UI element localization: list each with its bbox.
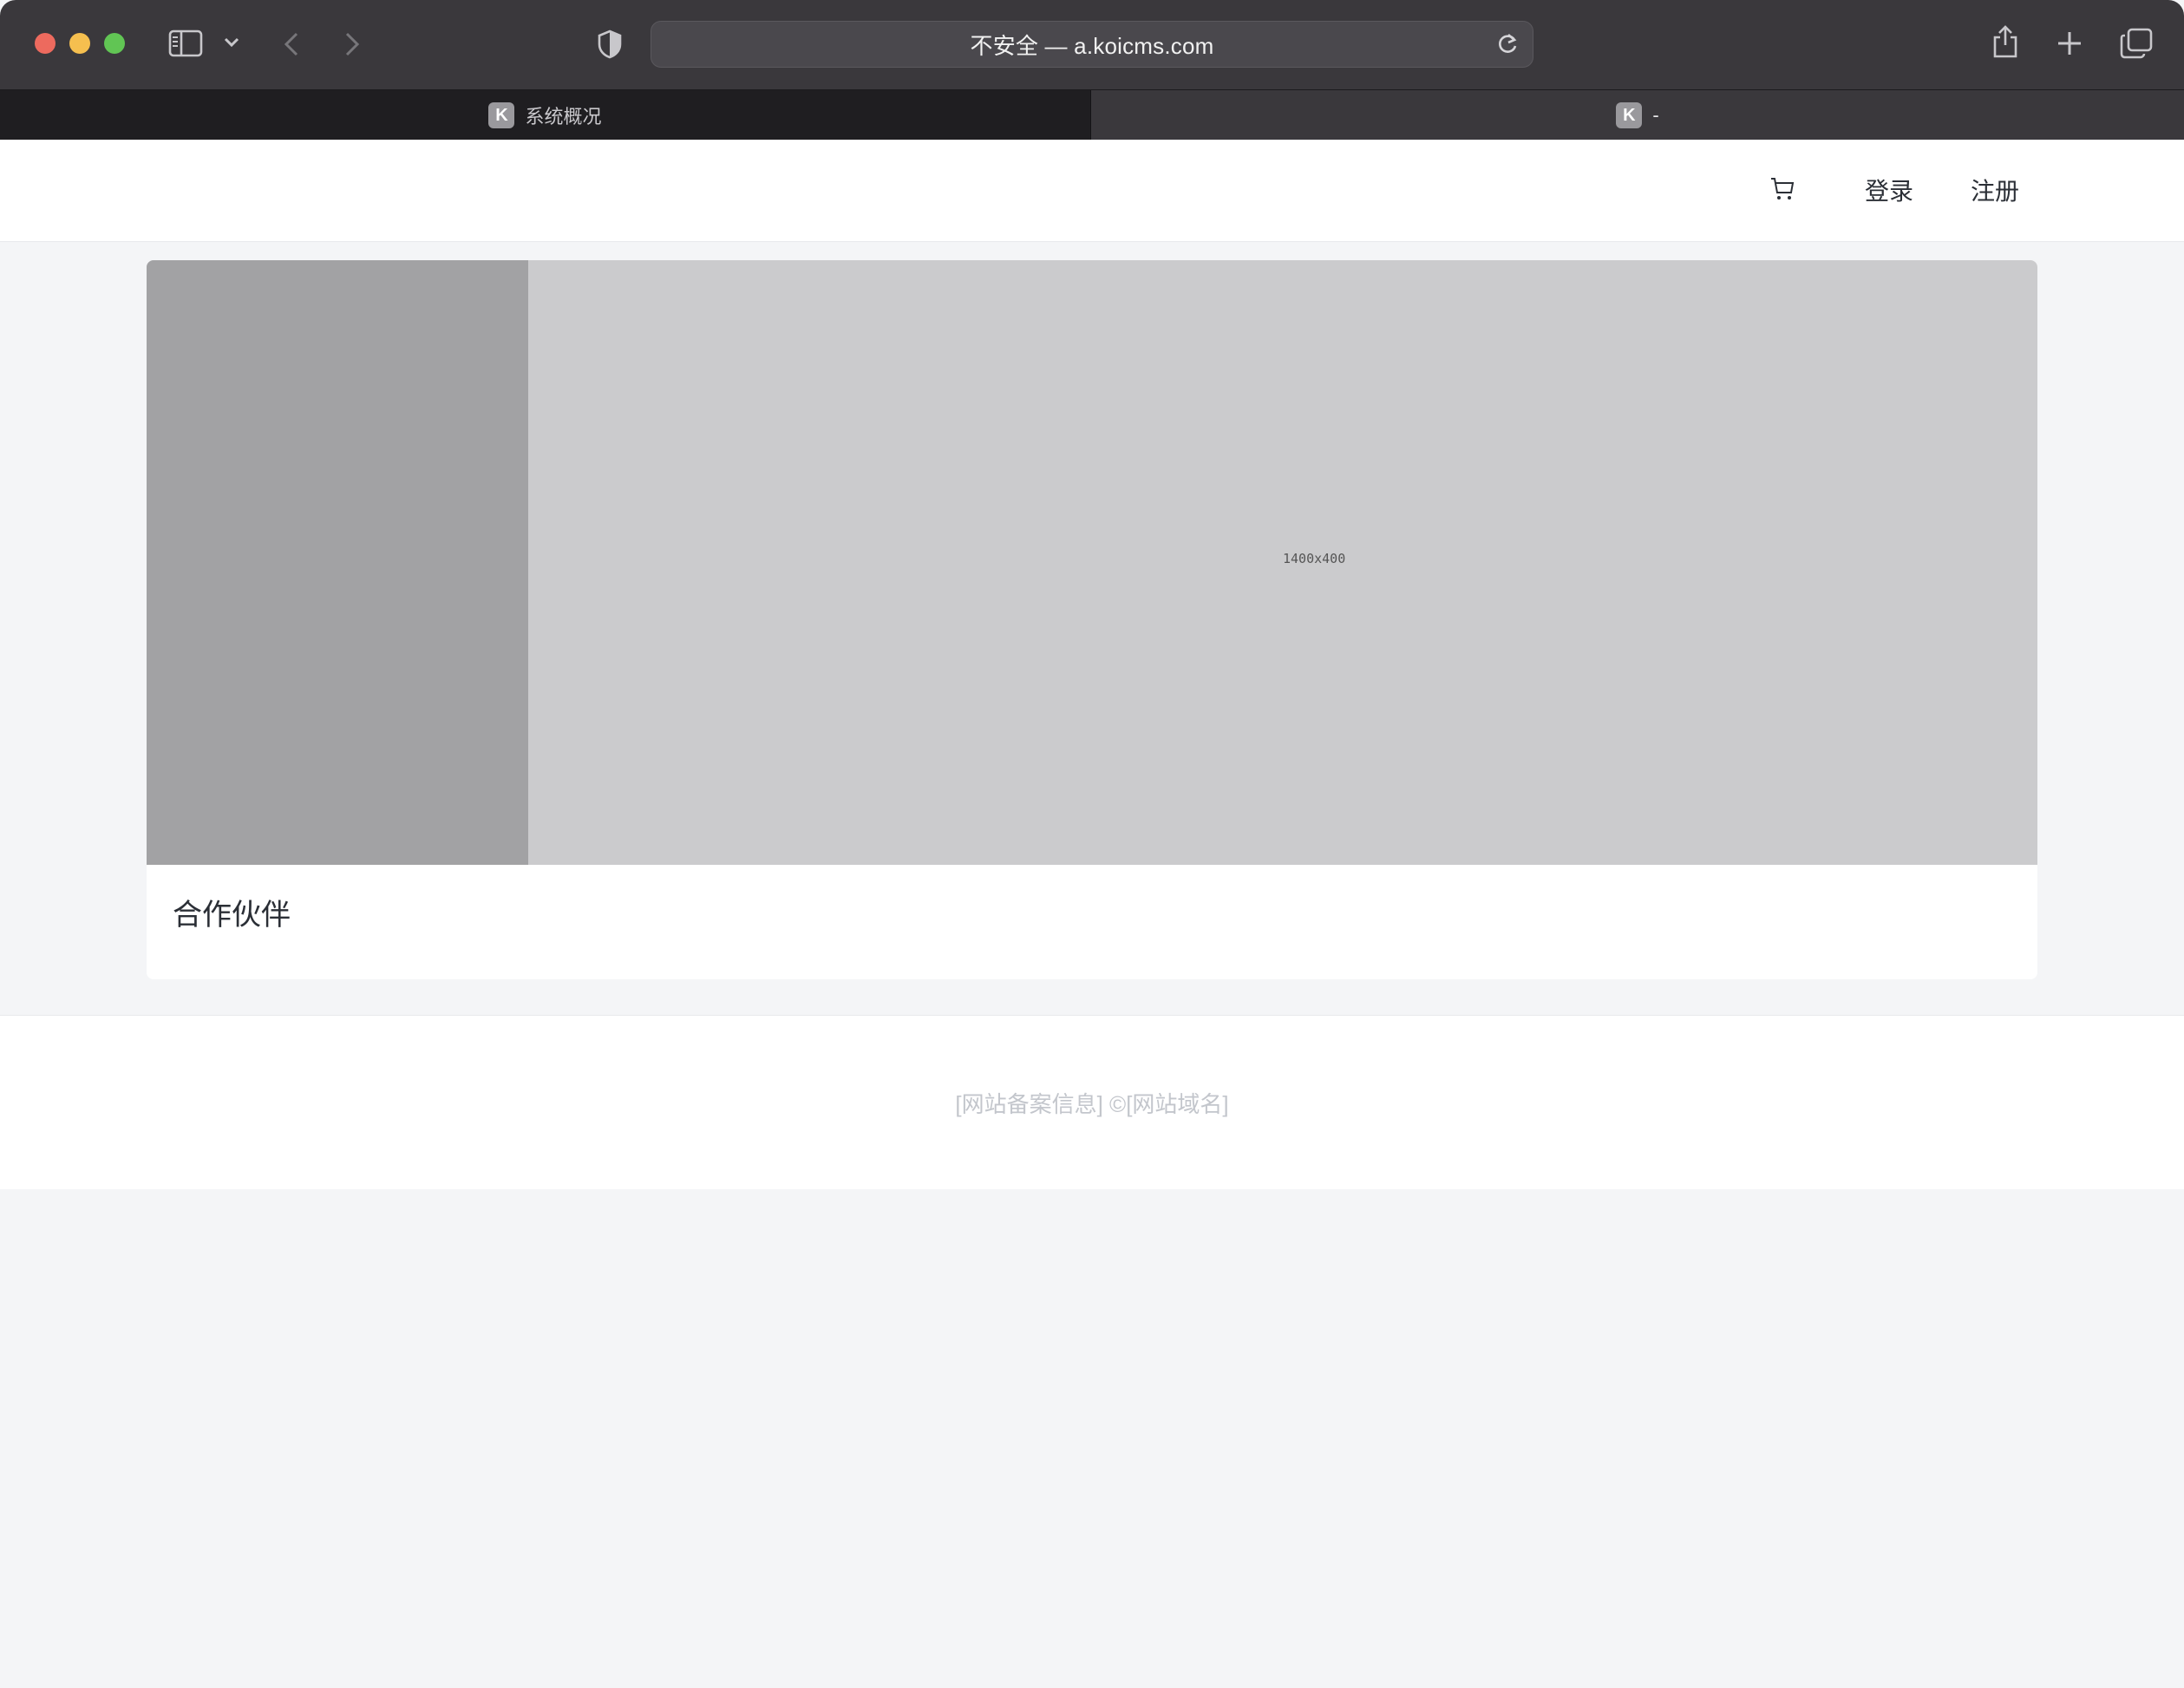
cart-icon[interactable] [1769,176,1795,206]
page-viewport: 登录 注册 1400x400 合作伙伴 [网站备案信息] ©[网站域名] [0,140,2184,1688]
minimize-window-button[interactable] [69,33,90,54]
address-text: 不安全 — a.koicms.com [970,32,1214,59]
banner-side-panel [147,260,528,865]
close-window-button[interactable] [35,33,56,54]
banner-card: 1400x400 合作伙伴 [147,260,2037,979]
register-link[interactable]: 注册 [1971,173,2019,207]
maximize-window-button[interactable] [104,33,125,54]
sidebar-icon[interactable] [168,29,203,57]
reload-icon[interactable] [1496,32,1519,61]
tabs-overview-icon[interactable] [2120,28,2153,59]
chevron-down-icon[interactable] [224,36,239,49]
browser-window: 不安全 — a.koicms.com K 系统概况 K - 登录 注册 1400… [0,0,2184,1688]
tab-system-overview[interactable]: K 系统概况 [0,90,1090,141]
browser-toolbar: 不安全 — a.koicms.com [0,0,2184,89]
tab-label: 系统概况 [525,106,602,128]
partners-title: 合作伙伴 [173,899,291,932]
tab-favicon: K [488,102,515,128]
address-bar[interactable]: 不安全 — a.koicms.com [651,21,1533,68]
forward-icon[interactable] [343,31,361,57]
tab-label: - [1652,104,1659,126]
footer-text: [网站备案信息] ©[网站域名] [955,1090,1229,1117]
site-footer: [网站备案信息] ©[网站域名] [0,1015,2184,1189]
banner-placeholder-label: 1400x400 [1283,551,1346,566]
back-icon[interactable] [283,31,300,57]
tab-active[interactable]: K - [1090,90,2184,141]
login-link[interactable]: 登录 [1865,173,1913,207]
shield-icon[interactable] [597,29,623,59]
new-tab-icon[interactable] [2056,29,2083,57]
tab-bar: K 系统概况 K - [0,89,2184,141]
banner-image[interactable]: 1400x400 [147,260,2037,865]
site-header: 登录 注册 [0,140,2184,242]
tab-favicon: K [1616,102,1643,128]
share-icon[interactable] [1991,24,2019,59]
